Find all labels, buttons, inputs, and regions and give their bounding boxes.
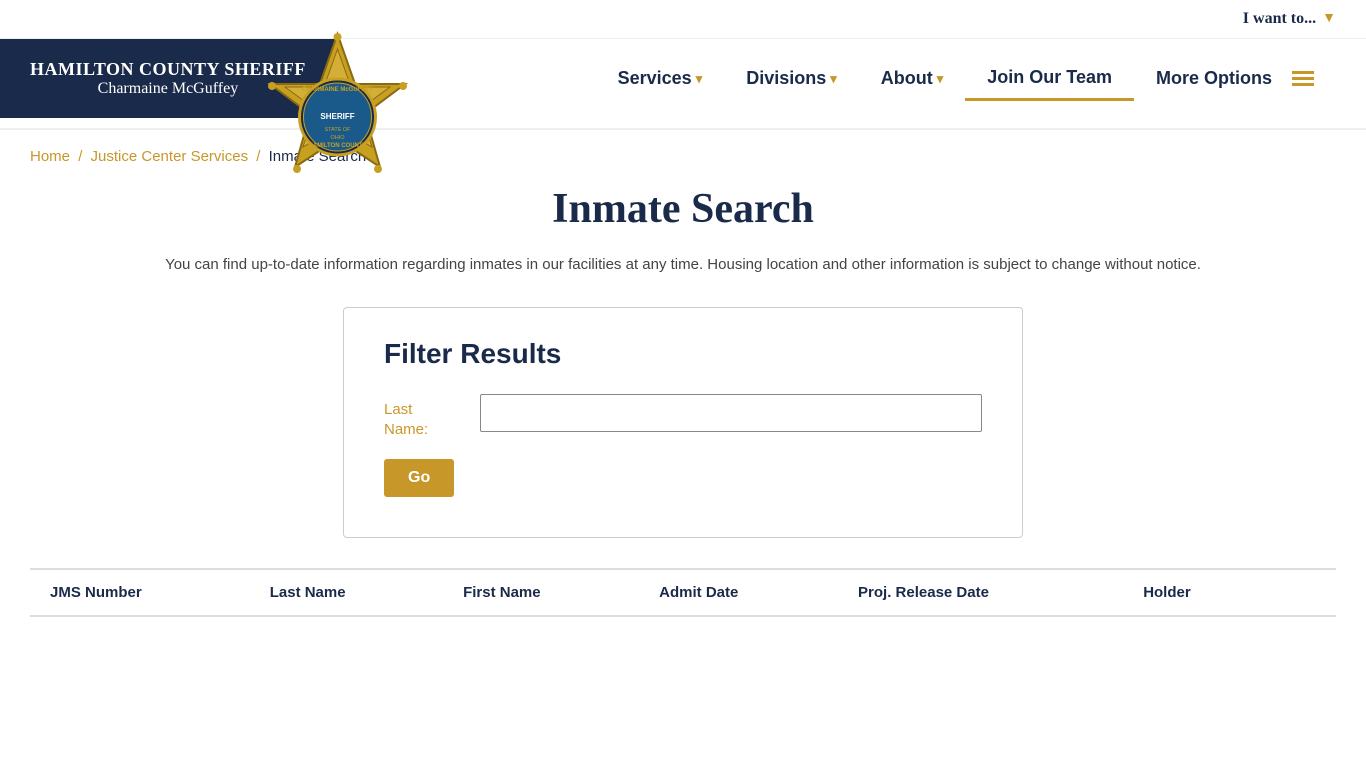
filter-box: Filter Results Last Name: Go xyxy=(343,307,1023,538)
main-nav: Services ▾ Divisions ▾ About ▾ Join Our … xyxy=(596,51,1366,106)
nav-label-services: Services xyxy=(618,68,692,89)
site-header: HAMILTON COUNTY SHERIFF Charmaine McGuff… xyxy=(0,39,1366,130)
filter-row-lastname: Last Name: xyxy=(384,394,982,439)
nav-item-divisions[interactable]: Divisions ▾ xyxy=(724,58,859,99)
col-proj-release-date: Proj. Release Date xyxy=(838,569,1123,616)
svg-text:HAMILTON COUNTY: HAMILTON COUNTY xyxy=(308,143,366,149)
results-table: JMS Number Last Name First Name Admit Da… xyxy=(30,568,1336,617)
nav-item-more[interactable]: More Options xyxy=(1134,51,1346,106)
col-holder: Holder xyxy=(1123,569,1269,616)
chevron-down-icon: ▾ xyxy=(830,71,837,87)
svg-text:CHARMAINE McGUFFEY: CHARMAINE McGUFFEY xyxy=(302,87,373,93)
chevron-down-icon: ▾ xyxy=(696,71,703,87)
nav-item-services[interactable]: Services ▾ xyxy=(596,58,725,99)
chevron-down-icon: ▼ xyxy=(1322,11,1336,27)
filter-title: Filter Results xyxy=(384,338,982,370)
nav-label-join: Join Our Team xyxy=(987,67,1112,88)
i-want-to-label: I want to... xyxy=(1243,10,1316,28)
col-extra xyxy=(1269,569,1336,616)
table-header-row: JMS Number Last Name First Name Admit Da… xyxy=(30,569,1336,616)
i-want-to-button[interactable]: I want to... ▼ xyxy=(1243,10,1336,28)
svg-text:SHERIFF: SHERIFF xyxy=(320,112,354,121)
page-description: You can find up-to-date information rega… xyxy=(30,253,1336,277)
main-content: Inmate Search You can find up-to-date in… xyxy=(0,175,1366,647)
last-name-label: Last Name: xyxy=(384,394,464,439)
top-bar: I want to... ▼ xyxy=(0,0,1366,39)
nav-item-join[interactable]: Join Our Team xyxy=(965,57,1134,101)
page-title: Inmate Search xyxy=(30,185,1336,233)
nav-label-divisions: Divisions xyxy=(746,68,826,89)
last-name-input[interactable] xyxy=(480,394,982,432)
col-jms-number: JMS Number xyxy=(30,569,250,616)
breadcrumb: Home / Justice Center Services / Inmate … xyxy=(0,130,1366,175)
breadcrumb-justice-center[interactable]: Justice Center Services xyxy=(91,148,249,165)
go-button[interactable]: Go xyxy=(384,459,454,497)
chevron-down-icon: ▾ xyxy=(937,71,944,87)
col-admit-date: Admit Date xyxy=(639,569,838,616)
sheriff-badge: CHARMAINE McGUFFEY HAMILTON COUNTY SHERI… xyxy=(260,29,415,209)
svg-text:OHIO: OHIO xyxy=(330,135,345,141)
col-first-name: First Name xyxy=(443,569,639,616)
breadcrumb-home[interactable]: Home xyxy=(30,148,70,165)
nav-label-about: About xyxy=(881,68,933,89)
breadcrumb-separator-1: / xyxy=(78,148,86,165)
hamburger-icon xyxy=(1282,61,1324,96)
nav-label-more: More Options xyxy=(1156,68,1272,89)
svg-text:STATE OF: STATE OF xyxy=(324,127,351,133)
nav-item-about[interactable]: About ▾ xyxy=(859,58,966,99)
col-last-name: Last Name xyxy=(250,569,443,616)
